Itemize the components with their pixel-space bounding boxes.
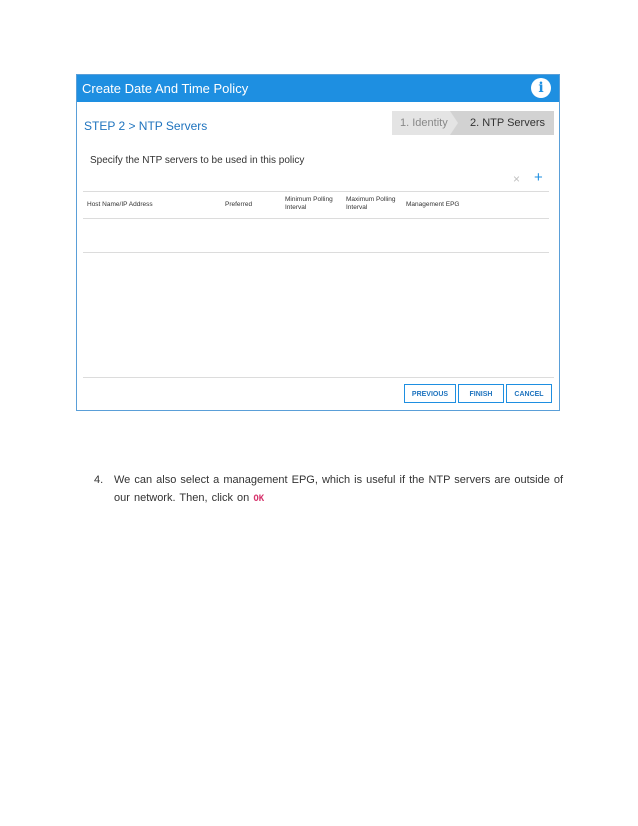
dialog-header: Create Date And Time Policy i — [77, 75, 559, 102]
previous-button[interactable]: PREVIOUS — [404, 384, 456, 403]
finish-button[interactable]: FINISH — [458, 384, 504, 403]
ok-code: OK — [253, 494, 265, 504]
footer-divider — [83, 377, 554, 378]
step-text: We can also select a management EPG, whi… — [114, 471, 564, 508]
cancel-button[interactable]: CANCEL — [506, 384, 552, 403]
column-min-polling[interactable]: Minimum Polling Interval — [285, 196, 341, 212]
add-icon[interactable]: + — [534, 170, 543, 185]
wizard-steps: 1. Identity 2. NTP Servers — [392, 111, 554, 135]
table-divider — [83, 252, 549, 253]
wizard-step-ntp-servers[interactable]: 2. NTP Servers — [458, 111, 554, 135]
wizard-arrow-icon — [450, 111, 458, 135]
wizard-step-identity[interactable]: 1. Identity — [392, 111, 450, 135]
dialog-title: Create Date And Time Policy — [82, 81, 249, 96]
ntp-servers-table-header: Host Name/IP Address Preferred Minimum P… — [83, 191, 549, 219]
column-management-epg[interactable]: Management EPG — [406, 201, 459, 209]
create-date-time-policy-dialog: Create Date And Time Policy i STEP 2 > N… — [76, 74, 560, 411]
info-icon[interactable]: i — [531, 78, 551, 98]
delete-icon[interactable]: × — [513, 173, 520, 185]
step-description: We can also select a management EPG, whi… — [114, 474, 564, 504]
column-preferred[interactable]: Preferred — [225, 201, 252, 209]
column-host-name[interactable]: Host Name/IP Address — [87, 201, 153, 209]
step-number: 4. — [94, 474, 104, 486]
instruction-text: Specify the NTP servers to be used in th… — [90, 155, 305, 166]
column-max-polling[interactable]: Maximum Polling Interval — [346, 196, 402, 212]
dialog-content: Specify the NTP servers to be used in th… — [83, 143, 554, 373]
step-title: STEP 2 > NTP Servers — [84, 119, 208, 133]
